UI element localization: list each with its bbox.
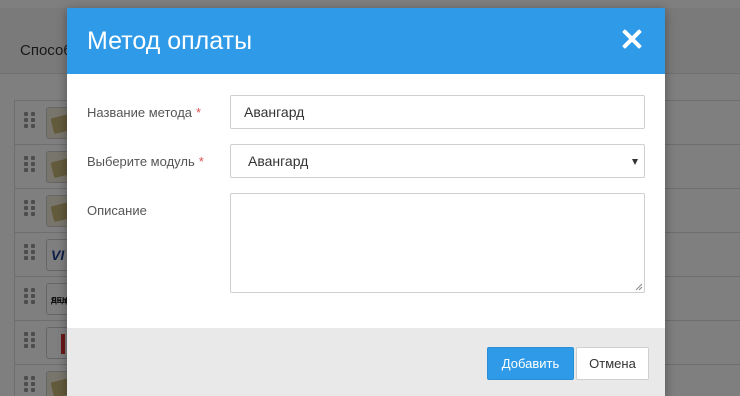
- dialog-header: Метод оплаты: [67, 8, 665, 74]
- description-textarea[interactable]: [230, 193, 645, 293]
- method-name-input[interactable]: [230, 95, 645, 129]
- resize-handle-icon[interactable]: [635, 283, 643, 291]
- add-button[interactable]: Добавить: [487, 347, 574, 380]
- required-mark: *: [196, 105, 202, 120]
- cancel-button[interactable]: Отмена: [576, 347, 649, 380]
- dialog-body: Название метода* Выберите модуль* Аванга…: [67, 74, 665, 328]
- module-label: Выберите модуль *: [87, 154, 204, 169]
- description-wrapper: [67, 193, 665, 293]
- method-name-label-text: Название метода: [87, 105, 193, 120]
- module-select-value: Авангард: [248, 153, 309, 169]
- required-mark: *: [198, 154, 204, 169]
- method-name-label: Название метода *: [87, 105, 201, 120]
- module-label-text: Выберите модуль: [87, 154, 195, 169]
- dialog-title: Метод оплаты: [87, 27, 253, 55]
- module-select[interactable]: Авангард: [230, 144, 645, 178]
- dialog-footer: Добавить Отмена: [67, 328, 665, 396]
- close-icon[interactable]: [621, 28, 643, 50]
- payment-method-dialog: Метод оплаты Название метода* Выберите м…: [67, 8, 665, 396]
- caret-down-icon: [632, 159, 638, 165]
